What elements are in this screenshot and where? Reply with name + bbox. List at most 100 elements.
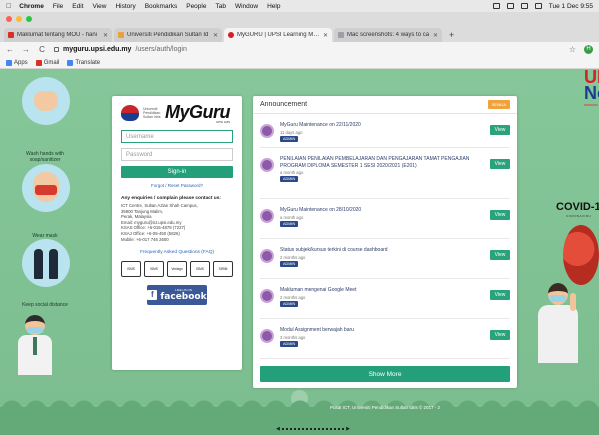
menu-file[interactable]: File [53, 3, 63, 10]
upsi-favicon-icon [118, 32, 124, 38]
announcement-subject[interactable]: Makluman mengenai Google Meet [280, 287, 484, 294]
forgot-password-link[interactable]: Forgot / Reset Password? [121, 183, 233, 188]
scrollbar-track[interactable] [281, 428, 345, 430]
horizontal-scrollbar[interactable]: ◀ ▶ [276, 426, 350, 432]
web-page: Wash hands with soap/sanitizer Wear mask… [0, 69, 599, 435]
address-bar: ← → C myguru.upsi.edu.my/users/auth/logi… [0, 42, 599, 57]
announcement-subject[interactable]: MyGuru Maintenance on 28/10/2020 [280, 207, 484, 214]
announcement-subject[interactable]: PENILAIAN PENILAIAN PEMBELAJARAN DAN PEN… [280, 156, 484, 169]
bookmark-translate[interactable]: Translate [67, 59, 101, 66]
password-input[interactable]: Password [121, 148, 233, 161]
close-icon[interactable]: ✕ [323, 32, 328, 39]
announcement-subject[interactable]: Modul Assignment berwajah baru [280, 327, 484, 334]
menubar-clock[interactable]: Tue 1 Dec 9:55 [549, 3, 593, 10]
url-input[interactable]: myguru.upsi.edu.my/users/auth/login [54, 44, 561, 55]
isms-badge-icon: ISMS [190, 261, 210, 278]
sign-in-button[interactable]: Sign-in [121, 166, 233, 178]
bookmark-label: Translate [75, 59, 101, 66]
avatar [260, 289, 274, 303]
wash-hands-caption: Wash hands with soap/sanitizer [26, 151, 64, 163]
upsi-logo-text: Universiti Pendidikan Sultan Idris [143, 107, 161, 119]
reload-icon[interactable]: C [38, 45, 46, 54]
scroll-left-icon[interactable]: ◀ [276, 426, 280, 432]
back-arrow-icon[interactable]: ← [6, 45, 14, 54]
bookmark-gmail[interactable]: Gmail [35, 59, 59, 66]
view-button[interactable]: View [490, 290, 510, 300]
close-icon[interactable]: ✕ [103, 32, 108, 39]
upsi-logo-icon [121, 105, 139, 121]
bookmark-apps[interactable]: Apps [6, 59, 28, 66]
isms-badge-icon: ISMS [144, 261, 164, 278]
announcement-header: Announcement SEMUA [253, 96, 517, 114]
view-button[interactable]: View [490, 330, 510, 340]
bookmark-star-icon[interactable]: ☆ [569, 45, 576, 54]
list-item: Modul Assignment berwajah baru 3 months … [260, 319, 510, 359]
announcement-title: Announcement [260, 101, 308, 108]
admin-badge: ADMIN [280, 340, 299, 347]
page-footer: Pusat ICT, Universiti Pendidikan Sultan … [329, 405, 441, 410]
view-button[interactable]: View [490, 210, 510, 220]
macos-menu-bar:  Chrome File Edit View History Bookmark… [0, 0, 599, 12]
tab-mou[interactable]: Maklumat tentang MOU - hani ✕ [4, 28, 112, 42]
avatar [260, 329, 274, 343]
facebook-like-button[interactable]: f LIKE US ON facebook [147, 285, 207, 306]
social-distance-icon [22, 239, 70, 287]
admin-badge: ADMIN [280, 220, 299, 227]
facebook-wordmark: facebook [160, 292, 207, 303]
menu-window[interactable]: Window [235, 3, 258, 10]
display-icon[interactable] [506, 3, 514, 9]
battery-icon[interactable] [492, 3, 500, 9]
close-window-button[interactable] [6, 16, 12, 22]
wifi-icon[interactable] [520, 3, 528, 9]
scroll-right-icon[interactable]: ▶ [346, 426, 350, 432]
view-button[interactable]: View [490, 125, 510, 135]
announcement-filter-badge[interactable]: SEMUA [487, 100, 510, 109]
tab-upsi[interactable]: Universiti Pendidikan Sultan Id ✕ [114, 28, 222, 42]
menu-history[interactable]: History [115, 3, 135, 10]
lock-icon[interactable] [54, 47, 59, 52]
menu-help[interactable]: Help [267, 3, 280, 10]
avatar [260, 209, 274, 223]
forward-arrow-icon[interactable]: → [22, 45, 30, 54]
search-icon[interactable] [534, 3, 542, 9]
announcement-subject[interactable]: Status subjek/kursus terkini di course d… [280, 247, 484, 254]
announcement-panel: Announcement SEMUA MyGuru Maintenance on… [253, 96, 517, 388]
menu-view[interactable]: View [93, 3, 107, 10]
view-button[interactable]: View [490, 250, 510, 260]
list-item: Status subjek/kursus terkini di course d… [260, 239, 510, 279]
announcement-time: 2 months ago [280, 254, 306, 260]
announcement-subject[interactable]: MyGuru Maintenance on 22/11/2020 [280, 122, 484, 129]
apple-icon[interactable]:  [6, 3, 11, 10]
verisign-badge-icon: Verisign [167, 261, 187, 278]
covid-subtitle: CORONAVIRU [566, 214, 592, 218]
announcement-time: a month ago [280, 214, 304, 220]
login-card: Universiti Pendidikan Sultan Idris MyGur… [112, 96, 242, 370]
avatar [260, 249, 274, 263]
close-icon[interactable]: ✕ [433, 32, 438, 39]
tab-myguru[interactable]: MyGURU | UPSI Learning Mana ✕ [224, 28, 332, 42]
admin-badge: ADMIN [280, 176, 299, 182]
minimize-window-button[interactable] [16, 16, 22, 22]
tab-mac-screenshots[interactable]: Mac screenshots: 4 ways to ca ✕ [334, 28, 442, 42]
close-icon[interactable]: ✕ [213, 32, 218, 39]
menu-people[interactable]: People [186, 3, 206, 10]
doctor-illustration [18, 315, 52, 375]
menu-edit[interactable]: Edit [72, 3, 83, 10]
username-input[interactable]: Username [121, 130, 233, 143]
new-tab-button[interactable]: + [444, 28, 459, 42]
faq-link[interactable]: Frequently Asked Questions (FAQ) [121, 250, 233, 255]
tab-label: MyGURU | UPSI Learning Mana [237, 32, 320, 38]
zoom-window-button[interactable] [26, 16, 32, 22]
list-item: MyGuru Maintenance on 28/10/2020 a month… [260, 199, 510, 239]
isms-badge-icon: ISMS [121, 261, 141, 278]
view-button[interactable]: View [490, 159, 510, 169]
profile-avatar[interactable]: H [584, 45, 593, 54]
show-more-button[interactable]: Show More [260, 366, 510, 382]
admin-badge: ADMIN [280, 135, 299, 142]
covid-banner-right: UP No PENDIDIK COVID-1 CORONAVIRU [530, 69, 599, 435]
avatar [260, 158, 274, 172]
menu-app-name[interactable]: Chrome [19, 3, 44, 10]
tab-label: Mac screenshots: 4 ways to ca [347, 32, 430, 38]
menu-tab[interactable]: Tab [215, 3, 225, 10]
menu-bookmarks[interactable]: Bookmarks [145, 3, 178, 10]
